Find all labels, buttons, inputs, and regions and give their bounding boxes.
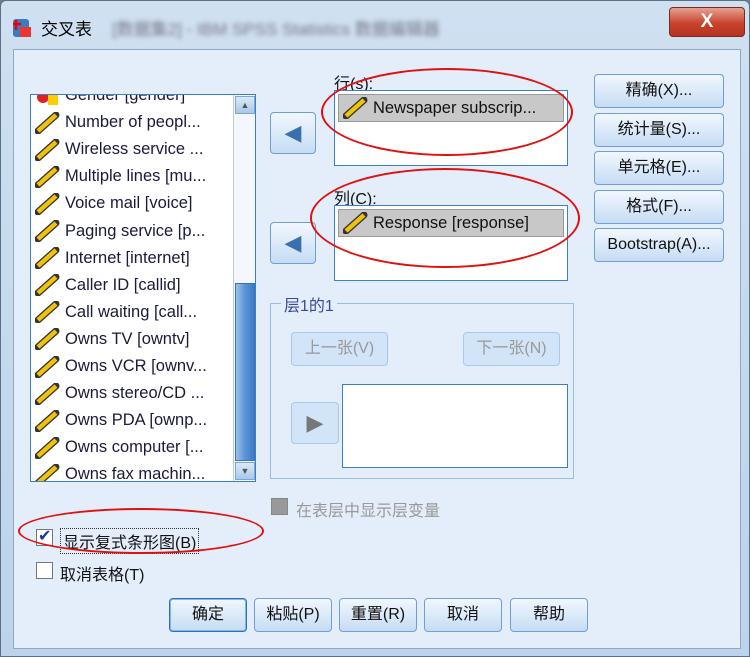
list-item[interactable]: Caller ID [callid] [35, 272, 181, 299]
scale-ruler-icon [35, 463, 60, 481]
list-item[interactable]: Internet [internet] [35, 245, 190, 272]
cells-button[interactable]: 单元格(E)... [594, 151, 724, 185]
arrow-right-icon: ▶ [306, 410, 324, 435]
scale-ruler-icon [35, 382, 60, 405]
annotation-ellipse [18, 508, 264, 554]
move-to-rows-button[interactable]: ◀ [270, 112, 316, 154]
list-item[interactable]: Wireless service ... [35, 136, 203, 163]
list-item[interactable]: Owns stereo/CD ... [35, 380, 204, 407]
scale-ruler-icon [35, 165, 60, 188]
list-item[interactable]: Call waiting [call... [35, 299, 197, 326]
list-item[interactable]: Owns TV [owntv] [35, 326, 189, 353]
scroll-up-icon[interactable]: ▲ [235, 96, 255, 114]
show-layer-vars-label: 在表层中显示层变量 [296, 503, 441, 520]
list-item[interactable]: Voice mail [voice] [35, 190, 192, 217]
scroll-thumb[interactable] [235, 283, 255, 461]
scale-ruler-icon [35, 355, 60, 378]
scale-ruler-icon [35, 301, 60, 324]
list-item[interactable]: Multiple lines [mu... [35, 163, 206, 190]
list-item[interactable]: Gender [gender] [35, 95, 185, 109]
annotation-ellipse [321, 68, 573, 156]
scale-ruler-icon [35, 111, 60, 134]
exact-button[interactable]: 精确(X)... [594, 74, 724, 108]
format-button[interactable]: 格式(F)... [594, 189, 724, 224]
suppress-tables-label: 取消表格(T) [60, 567, 145, 584]
nominal-icon [37, 95, 58, 105]
previous-layer-button[interactable]: 上一张(V) [291, 332, 388, 366]
list-item[interactable]: Owns computer [... [35, 434, 203, 461]
scale-ruler-icon [35, 328, 60, 351]
scale-ruler-icon [35, 192, 60, 215]
scale-ruler-icon [35, 247, 60, 270]
layer-label: 层1的1 [281, 292, 337, 316]
bootstrap-button[interactable]: Bootstrap(A)... [594, 228, 724, 262]
layer-list[interactable] [342, 384, 568, 468]
scale-ruler-icon [35, 274, 60, 297]
close-button[interactable]: X [669, 7, 745, 37]
arrow-left-icon: ◀ [284, 230, 302, 255]
dialog-body: Owns fax machin... Owns computer [... Owns… [13, 49, 741, 649]
help-button[interactable]: 帮助 [510, 598, 588, 632]
crosstabs-app-icon [13, 19, 31, 37]
scrollbar[interactable]: ▲ ▼ [233, 95, 255, 481]
list-item[interactable]: Number of peopl... [35, 109, 201, 136]
variable-list[interactable]: Owns fax machin... Owns computer [... Owns… [30, 94, 256, 482]
move-to-columns-button[interactable]: ◀ [270, 222, 316, 264]
suppress-tables-checkbox[interactable] [36, 562, 53, 579]
window-title: 交叉表 [41, 20, 92, 39]
annotation-ellipse [310, 168, 580, 268]
list-item[interactable]: Owns VCR [ownv... [35, 353, 207, 380]
list-item[interactable]: Owns PDA [ownp... [35, 407, 207, 434]
show-layer-vars-checkbox[interactable] [271, 498, 288, 515]
reset-button[interactable]: 重置(R) [339, 598, 417, 632]
statistics-button[interactable]: 统计量(S)... [594, 112, 724, 147]
background-window-title: [数据集2] - IBM SPSS Statistics 数据编辑器 [112, 20, 440, 39]
list-item[interactable]: Owns fax machin... [35, 461, 205, 481]
arrow-left-icon: ◀ [284, 120, 302, 145]
scroll-down-icon[interactable]: ▼ [235, 462, 255, 480]
paste-button[interactable]: 粘贴(P) [254, 598, 332, 632]
cancel-button[interactable]: 取消 [424, 598, 502, 632]
layer-group: 层1的1 上一张(V) 下一张(N) ▶ [270, 292, 574, 479]
scale-ruler-icon [35, 138, 60, 161]
scale-ruler-icon [35, 409, 60, 432]
scale-ruler-icon [35, 220, 60, 242]
ok-button[interactable]: 确定 [169, 598, 247, 632]
next-layer-button[interactable]: 下一张(N) [463, 332, 560, 366]
move-to-layer-button[interactable]: ▶ [291, 402, 339, 444]
scale-ruler-icon [35, 436, 60, 459]
list-item[interactable]: Paging service [p... [35, 218, 205, 245]
crosstabs-dialog: 交叉表 [数据集2] - IBM SPSS Statistics 数据编辑器 X … [0, 0, 750, 657]
